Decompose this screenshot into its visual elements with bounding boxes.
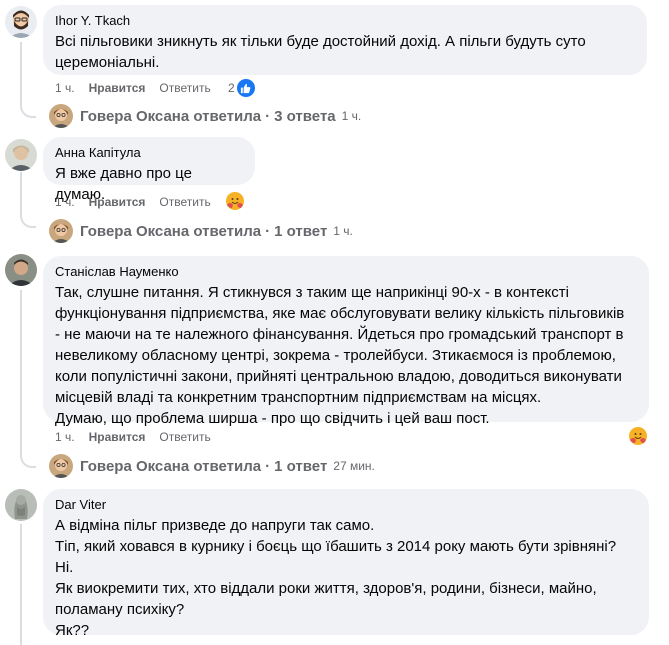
thread-connector xyxy=(20,206,36,228)
avatar[interactable] xyxy=(5,6,37,38)
replies-link[interactable]: Говера Оксана ответила · 3 ответа 1 ч. xyxy=(49,104,361,128)
comment-bubble: Dar Viter А відміна пільг призведе до на… xyxy=(43,489,649,639)
avatar[interactable] xyxy=(5,139,37,171)
avatar xyxy=(49,104,73,128)
comment-author[interactable]: Анна Капітула xyxy=(55,145,243,161)
avatar[interactable] xyxy=(5,489,37,521)
hug-emoji-icon[interactable] xyxy=(629,427,647,445)
comment-actions: 1 ч. Нравится Ответить xyxy=(55,429,211,445)
thread-line xyxy=(20,42,22,100)
thread-line xyxy=(20,172,22,210)
comment-time[interactable]: 1 ч. xyxy=(55,194,75,210)
comment-text: Так, слушне питання. Я стикнувся з таким… xyxy=(55,284,625,427)
avatar[interactable] xyxy=(5,254,37,286)
comment-author[interactable]: Ihor Y. Tkach xyxy=(55,13,635,29)
reply-button[interactable]: Ответить xyxy=(159,194,210,210)
thread-connector xyxy=(20,96,36,118)
comment-actions: 1 ч. Нравится Ответить xyxy=(55,80,211,96)
comment-bubble: Анна Капітула Я вже давно про це думаю. xyxy=(43,137,255,203)
comment-time[interactable]: 1 ч. xyxy=(55,429,75,445)
thread-line xyxy=(20,524,22,645)
reply-button[interactable]: Ответить xyxy=(159,429,210,445)
comment-time[interactable]: 1 ч. xyxy=(55,80,75,96)
comment-text: Всі пільговики зникнуть як тільки буде д… xyxy=(55,33,586,71)
comment-bubble: Станіслав Науменко Так, слушне питання. … xyxy=(43,256,649,427)
avatar xyxy=(49,219,73,243)
hug-emoji-icon[interactable] xyxy=(226,192,244,210)
avatar xyxy=(49,454,73,478)
like-button[interactable]: Нравится xyxy=(89,194,146,210)
thread-line xyxy=(20,290,22,450)
replies-link[interactable]: Говера Оксана ответила · 1 ответ 27 мин. xyxy=(49,454,375,478)
thread-connector xyxy=(20,446,36,468)
comment-text: А відміна пільг призведе до напруги так … xyxy=(55,517,617,639)
reply-button[interactable]: Ответить xyxy=(159,80,210,96)
thumbs-up-icon xyxy=(236,79,255,97)
comment-author[interactable]: Станіслав Науменко xyxy=(55,264,637,280)
reaction-count[interactable]: 2 xyxy=(228,79,255,97)
like-button[interactable]: Нравится xyxy=(89,429,146,445)
comment-actions: 1 ч. Нравится Ответить xyxy=(55,194,211,210)
comment-author[interactable]: Dar Viter xyxy=(55,497,637,513)
comment-bubble: Ihor Y. Tkach Всі пільговики зникнуть як… xyxy=(43,5,647,75)
replies-link[interactable]: Говера Оксана ответила · 1 ответ 1 ч. xyxy=(49,219,353,243)
like-button[interactable]: Нравится xyxy=(89,80,146,96)
